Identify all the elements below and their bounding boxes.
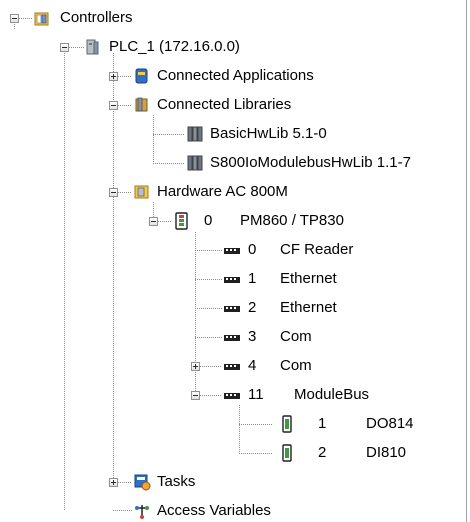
io-module-icon — [282, 444, 292, 462]
io-module-position: 1 — [318, 415, 327, 432]
unit-position: 1 — [248, 270, 257, 287]
tree-node-unit-com-3[interactable]: Com — [280, 327, 312, 347]
expand-toggle-unit-com-4[interactable] — [191, 362, 200, 371]
port-connector-icon — [224, 393, 240, 399]
expand-toggle-connected-libraries[interactable] — [109, 101, 118, 110]
unit-position: 0 — [248, 241, 257, 258]
port-connector-icon — [224, 364, 240, 370]
controllers-folder-icon — [34, 12, 49, 26]
plc-icon — [86, 39, 99, 55]
tree-node-plc[interactable]: PLC_1 (172.16.0.0) — [109, 37, 240, 57]
unit-position: 4 — [248, 357, 257, 374]
port-connector-icon — [224, 335, 240, 341]
tree-node-tasks[interactable]: Tasks — [157, 472, 195, 492]
expand-toggle-plc[interactable] — [60, 43, 69, 52]
tree-node-unit-ethernet-2[interactable]: Ethernet — [280, 298, 337, 318]
applications-icon — [135, 68, 148, 84]
tree-node-controllers[interactable]: Controllers — [60, 8, 133, 28]
expand-toggle-controllers[interactable] — [10, 14, 19, 23]
library-book-icon — [187, 155, 203, 171]
tree-node-hardware[interactable]: Hardware AC 800M — [157, 182, 288, 202]
project-explorer-tree: Controllers PLC_1 (172.16.0.0) Connected… — [0, 0, 470, 522]
tasks-icon — [134, 474, 151, 491]
tree-node-connected-applications[interactable]: Connected Applications — [157, 66, 314, 86]
expand-toggle-hardware[interactable] — [109, 188, 118, 197]
expand-toggle-connected-applications[interactable] — [109, 72, 118, 81]
tree-node-unit-ethernet-1[interactable]: Ethernet — [280, 269, 337, 289]
unit-position: 3 — [248, 328, 257, 345]
port-connector-icon — [224, 277, 240, 283]
tree-node-unit-cf-reader[interactable]: CF Reader — [280, 240, 353, 260]
io-module-icon — [282, 415, 292, 433]
tree-node-cpu[interactable]: PM860 / TP830 — [240, 211, 344, 231]
tree-node-io-do814[interactable]: DO814 — [366, 414, 414, 434]
tree-node-library-basichwlib[interactable]: BasicHwLib 5.1-0 — [210, 124, 327, 144]
tree-node-unit-modulebus[interactable]: ModuleBus — [294, 385, 369, 405]
port-connector-icon — [224, 306, 240, 312]
tree-node-connected-libraries[interactable]: Connected Libraries — [157, 95, 291, 115]
tree-node-library-s800iomodulebushwlib[interactable]: S800IoModulebusHwLib 1.1-7 — [210, 153, 411, 173]
access-variables-icon — [135, 505, 149, 519]
cpu-module-icon — [175, 212, 188, 230]
panel-right-border — [466, 0, 467, 522]
tree-node-io-di810[interactable]: DI810 — [366, 443, 406, 463]
unit-position: 11 — [248, 386, 264, 403]
library-book-icon — [187, 126, 203, 142]
cpu-position: 0 — [204, 212, 213, 229]
hardware-folder-icon — [134, 185, 149, 199]
tree-node-unit-com-4[interactable]: Com — [280, 356, 312, 376]
unit-position: 2 — [248, 299, 257, 316]
port-connector-icon — [224, 248, 240, 254]
expand-toggle-tasks[interactable] — [109, 478, 118, 487]
io-module-position: 2 — [318, 444, 327, 461]
tree-node-access-variables[interactable]: Access Variables — [157, 501, 271, 521]
expand-toggle-unit-modulebus[interactable] — [191, 391, 200, 400]
libraries-icon — [135, 97, 148, 112]
expand-toggle-cpu[interactable] — [149, 217, 158, 226]
